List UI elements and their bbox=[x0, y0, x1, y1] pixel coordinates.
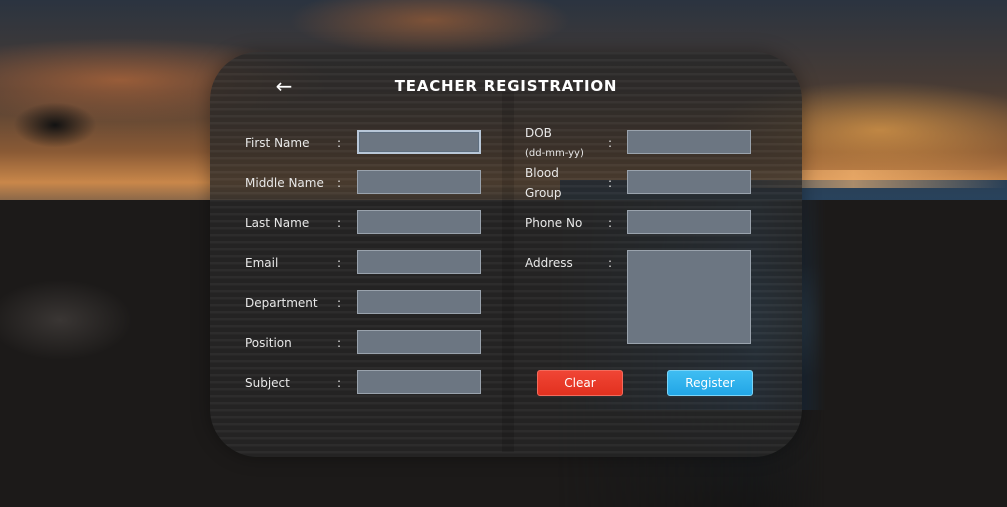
dob-format-hint: (dd-mm-yy) bbox=[525, 148, 584, 159]
blood-group-colon: : bbox=[608, 176, 613, 190]
phone-field[interactable] bbox=[627, 210, 751, 234]
email-colon: : bbox=[337, 256, 342, 270]
subject-colon: : bbox=[337, 376, 342, 390]
background-scene: ← TEACHER REGISTRATION First Name : Midd… bbox=[0, 0, 1007, 507]
address-field[interactable] bbox=[627, 250, 751, 344]
position-label: Position bbox=[245, 336, 292, 350]
position-field[interactable] bbox=[357, 330, 481, 354]
department-label: Department bbox=[245, 296, 318, 310]
last-name-field[interactable] bbox=[357, 210, 481, 234]
subject-field[interactable] bbox=[357, 370, 481, 394]
dob-label: DOB bbox=[525, 126, 552, 140]
last-name-colon: : bbox=[337, 216, 342, 230]
blood-group-label-line2: Group bbox=[525, 186, 562, 200]
last-name-label: Last Name bbox=[245, 216, 310, 230]
department-colon: : bbox=[337, 296, 342, 310]
blood-group-label-line1: Blood bbox=[525, 166, 559, 180]
phone-label: Phone No bbox=[525, 216, 583, 230]
page-title: TEACHER REGISTRATION bbox=[394, 77, 618, 95]
subject-label: Subject bbox=[245, 376, 290, 390]
address-label: Address bbox=[525, 256, 573, 270]
department-field[interactable] bbox=[357, 290, 481, 314]
email-field[interactable] bbox=[357, 250, 481, 274]
blood-group-field[interactable] bbox=[627, 170, 751, 194]
middle-name-field[interactable] bbox=[357, 170, 481, 194]
first-name-colon: : bbox=[337, 136, 342, 150]
phone-colon: : bbox=[608, 216, 613, 230]
middle-name-label: Middle Name bbox=[245, 176, 324, 190]
dob-colon: : bbox=[608, 136, 613, 150]
first-name-field[interactable] bbox=[357, 130, 481, 154]
dob-field[interactable] bbox=[627, 130, 751, 154]
middle-name-colon: : bbox=[337, 176, 342, 190]
position-colon: : bbox=[337, 336, 342, 350]
address-colon: : bbox=[608, 256, 613, 270]
first-name-label: First Name bbox=[245, 136, 310, 150]
email-label: Email bbox=[245, 256, 279, 270]
panel-divider bbox=[502, 92, 514, 452]
registration-panel: ← TEACHER REGISTRATION First Name : Midd… bbox=[210, 52, 802, 457]
clear-button[interactable]: Clear bbox=[537, 370, 623, 396]
register-button[interactable]: Register bbox=[667, 370, 753, 396]
background-tree bbox=[0, 90, 110, 160]
